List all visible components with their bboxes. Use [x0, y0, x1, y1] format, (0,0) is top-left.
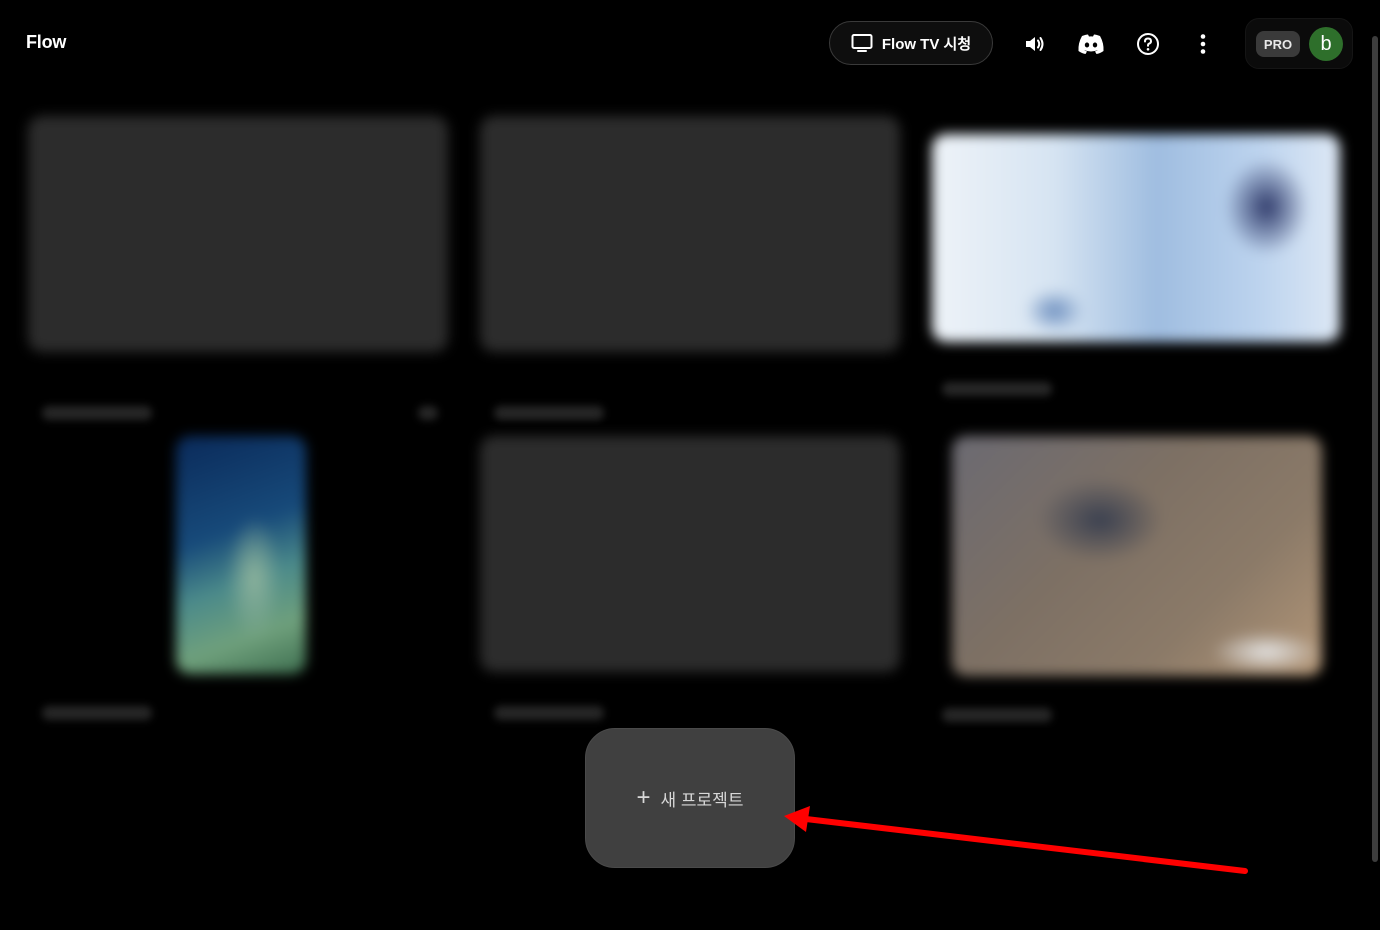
project-caption [42, 706, 152, 720]
more-options-button[interactable] [1187, 28, 1219, 60]
scrollbar-thumb[interactable] [1372, 36, 1378, 862]
project-thumbnail [952, 436, 1322, 676]
project-thumbnail [176, 436, 306, 674]
project-thumbnail [932, 134, 1340, 342]
discord-icon [1078, 34, 1104, 54]
project-thumbnail [28, 116, 448, 352]
avatar[interactable]: b [1309, 27, 1343, 61]
project-thumbnail [480, 116, 900, 352]
account-menu[interactable]: PRO b [1245, 18, 1353, 69]
page-scrollbar[interactable] [1370, 36, 1380, 866]
top-bar: Flow Flow TV 시청 PRO b [0, 0, 1380, 88]
project-grid [0, 88, 1360, 728]
flow-page: Flow Flow TV 시청 PRO b + 새 프로젝트 [0, 0, 1380, 930]
help-icon [1137, 33, 1159, 55]
help-button[interactable] [1132, 28, 1164, 60]
project-caption [942, 382, 1052, 396]
volume-button[interactable] [1018, 28, 1050, 60]
watch-flow-tv-button[interactable]: Flow TV 시청 [829, 21, 993, 65]
project-menu-placeholder [418, 406, 438, 420]
project-caption [494, 406, 604, 420]
tv-icon [851, 34, 873, 52]
pro-plan-badge: PRO [1256, 31, 1300, 57]
project-caption [42, 406, 152, 420]
project-caption [942, 708, 1052, 722]
discord-button[interactable] [1075, 28, 1107, 60]
watch-flow-tv-label: Flow TV 시청 [881, 35, 972, 53]
project-caption [494, 706, 604, 720]
plus-icon: + [636, 784, 651, 811]
new-project-label: 새 프로젝트 [660, 790, 744, 810]
volume-icon [1026, 37, 1044, 51]
project-thumbnail [480, 436, 900, 672]
new-project-button[interactable]: + 새 프로젝트 [585, 728, 795, 868]
app-title[interactable]: Flow [26, 32, 66, 53]
more-vert-icon [1200, 34, 1206, 54]
